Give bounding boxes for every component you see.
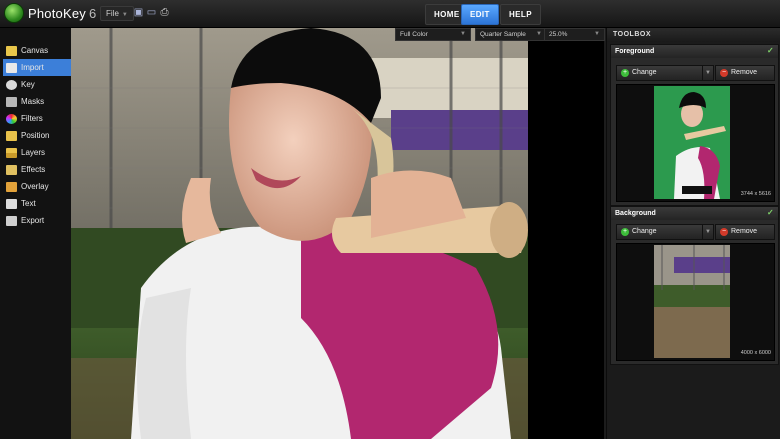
chevron-down-icon: ▼ [536,31,542,37]
background-change-button[interactable]: + Change ▼ [616,224,714,240]
chevron-down-icon: ▼ [121,12,128,18]
sidebar-item-layers[interactable]: Layers [3,144,71,161]
background-image-size: 4000 x 6000 [740,350,771,356]
sidebar-item-label: Canvas [21,46,49,55]
masks-icon [6,96,17,107]
zoom-dropdown[interactable]: 25.0% ▼ [544,28,605,41]
background-remove-button[interactable]: − Remove [715,224,775,240]
sidebar-item-key[interactable]: Key [3,76,71,93]
composite-photo[interactable] [71,28,528,439]
remove-label: Remove [731,228,758,235]
sidebar-item-label: Key [21,80,35,89]
sidebar-item-effects[interactable]: Effects [3,161,71,178]
overlay-icon [6,181,17,192]
foreground-change-button[interactable]: + Change ▼ [616,65,714,81]
foreground-thumbnail-box[interactable]: 3744 x 5616 [616,84,775,202]
position-icon [6,130,17,141]
file-menu[interactable]: File ▼ [100,6,134,21]
import-icon [6,62,17,73]
sidebar-item-export[interactable]: Export [3,212,71,229]
remove-label: Remove [731,69,758,76]
key-icon [6,79,17,90]
layers-icon [6,147,17,158]
sidebar-item-text[interactable]: Text [3,195,71,212]
plus-icon: + [621,69,629,77]
save-icon[interactable]: ▣ [133,7,144,18]
change-label: Change [632,228,657,235]
checkmark-icon: ✓ [767,208,774,217]
sidebar-item-masks[interactable]: Masks [3,93,71,110]
background-title: Background [615,210,656,217]
sample-label: Quarter Sample [480,31,526,38]
change-label: Change [632,69,657,76]
app-version: 6 [88,5,97,21]
background-thumbnail-box[interactable]: 4000 x 6000 [616,243,775,361]
toolbox-title: TOOLBOX [607,28,780,42]
sample-dropdown[interactable]: Quarter Sample ▼ [475,28,547,41]
sidebar-item-label: Position [21,131,50,140]
color-mode-dropdown[interactable]: Full Color ▼ [395,28,471,41]
photokey-logo-icon [4,3,24,23]
monitor-icon[interactable]: ▭ [146,7,157,18]
foreground-title: Foreground [615,48,655,55]
app-name: PhotoKey [28,5,86,21]
canvas-icon [6,45,17,56]
minus-icon: − [720,228,728,236]
sidebar-item-position[interactable]: Position [3,127,71,144]
sidebar-item-label: Filters [21,114,43,123]
sidebar-item-label: Export [21,216,45,225]
file-menu-label: File [106,9,119,18]
sidebar-item-import[interactable]: Import [3,59,71,76]
foreground-panel: Foreground ✓ + Change ▼ − Remove 3744 x 56… [610,44,779,206]
export-icon [6,215,17,226]
app-logo: PhotoKey 6 [4,3,96,23]
sidebar-item-canvas[interactable]: Canvas [3,42,71,59]
foreground-thumbnail [654,86,730,199]
effects-icon [6,164,17,175]
sidebar: Canvas Import Key Masks Filters Position… [0,28,71,439]
minus-icon: − [720,69,728,77]
composite-image [71,28,528,439]
text-icon [6,198,17,209]
foreground-remove-button[interactable]: − Remove [715,65,775,81]
print-icon[interactable]: ⎙ [159,7,170,18]
sidebar-item-filters[interactable]: Filters [3,110,71,127]
chevron-down-icon: ▼ [594,31,600,37]
chevron-down-icon[interactable]: ▼ [702,225,713,239]
foreground-header: Foreground ✓ [611,45,778,58]
top-bar: PhotoKey 6 File ▼ ▣ ▭ ⎙ HOME EDIT HELP [0,0,780,28]
canvas-area[interactable]: Full Color ▼ Quarter Sample ▼ 25.0% ▼ [71,28,605,439]
sidebar-item-label: Text [21,199,36,208]
filters-icon [6,113,17,124]
checkmark-icon: ✓ [767,46,774,55]
sidebar-item-label: Import [21,63,44,72]
chevron-down-icon[interactable]: ▼ [702,66,713,80]
foreground-image-size: 3744 x 5616 [740,191,771,197]
toolbox-panel: TOOLBOX Foreground ✓ + Change ▼ − Remove 3… [606,28,780,439]
edit-button[interactable]: EDIT [461,4,499,25]
help-button[interactable]: HELP [500,4,541,25]
sidebar-item-label: Effects [21,165,46,174]
plus-icon: + [621,228,629,236]
background-header: Background ✓ [611,207,778,220]
sidebar-item-overlay[interactable]: Overlay [3,178,71,195]
color-mode-label: Full Color [400,31,428,38]
chevron-down-icon: ▼ [460,31,466,37]
zoom-label: 25.0% [549,31,568,38]
background-thumbnail [654,245,730,358]
sidebar-item-label: Overlay [21,182,49,191]
sidebar-item-label: Layers [21,148,46,157]
sidebar-item-label: Masks [21,97,45,106]
background-panel: Background ✓ + Change ▼ − Remove 4000 x 60… [610,206,779,365]
